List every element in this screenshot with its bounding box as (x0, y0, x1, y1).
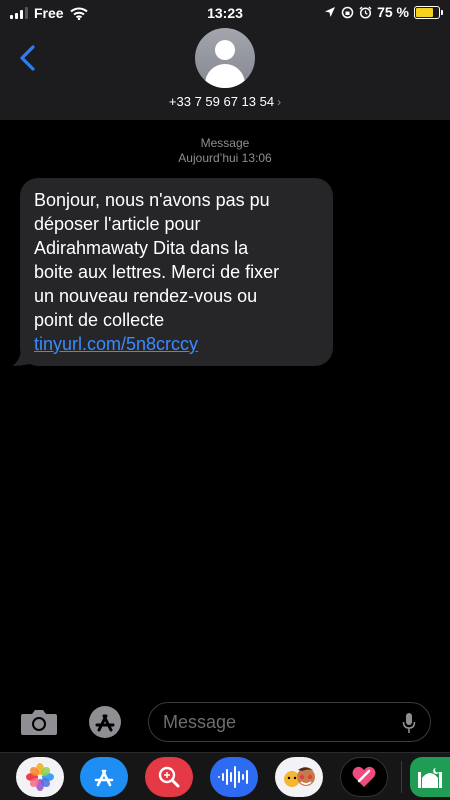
orientation-lock-icon (341, 6, 354, 18)
search-images-icon[interactable] (145, 757, 193, 797)
message-line: boite aux lettres. Merci de fixer (34, 262, 280, 282)
app-strip-divider (401, 761, 402, 793)
battery-fill (416, 7, 433, 17)
chevron-right-icon: › (277, 95, 282, 109)
memoji-icon[interactable] (275, 757, 323, 797)
message-link[interactable]: tinyurl.com/5n8crccy (34, 332, 198, 356)
thread-meta: Message Aujourd’hui 13:06 (0, 136, 450, 166)
avatar[interactable] (195, 28, 255, 88)
imessage-app-strip (0, 752, 450, 800)
app-store-icon[interactable] (80, 757, 128, 797)
photos-icon[interactable] (16, 757, 64, 797)
digital-touch-icon[interactable] (340, 757, 388, 797)
avatar-body (205, 64, 245, 88)
battery-percent: 75 % (377, 4, 409, 20)
contact-number: +33 7 59 67 13 54 (168, 94, 275, 109)
message-input[interactable]: Message (148, 702, 431, 742)
audio-message-icon[interactable] (210, 757, 258, 797)
thread-timestamp: Aujourd’hui 13:06 (178, 151, 272, 165)
status-bar: Free 13:23 75 % (0, 0, 450, 26)
incoming-message-bubble[interactable]: Bonjour, nous n'avons pas pu déposer l'a… (20, 178, 333, 366)
message-placeholder: Message (163, 711, 237, 732)
message-line: Bonjour, nous n'avons pas pu (34, 190, 270, 210)
avatar-head (215, 40, 235, 60)
message-line: Adirahmawaty Dita dans la (34, 238, 249, 258)
alarm-icon (359, 5, 372, 19)
message-line: un nouveau rendez-vous ou (34, 286, 258, 306)
microphone-icon[interactable] (402, 712, 416, 734)
contact-name[interactable]: +33 7 59 67 13 54 › (0, 94, 450, 109)
location-icon (325, 7, 336, 17)
message-line: déposer l'article pour (34, 214, 201, 234)
composer-row: Message (0, 702, 450, 742)
chevron-left-icon[interactable] (16, 44, 40, 72)
app-store-icon[interactable] (86, 705, 124, 739)
thread-label: Message (200, 136, 250, 150)
message-line: point de collecte (34, 310, 165, 330)
battery-icon (414, 5, 443, 19)
camera-icon[interactable] (20, 708, 58, 736)
mosque-app-icon[interactable] (410, 757, 450, 797)
